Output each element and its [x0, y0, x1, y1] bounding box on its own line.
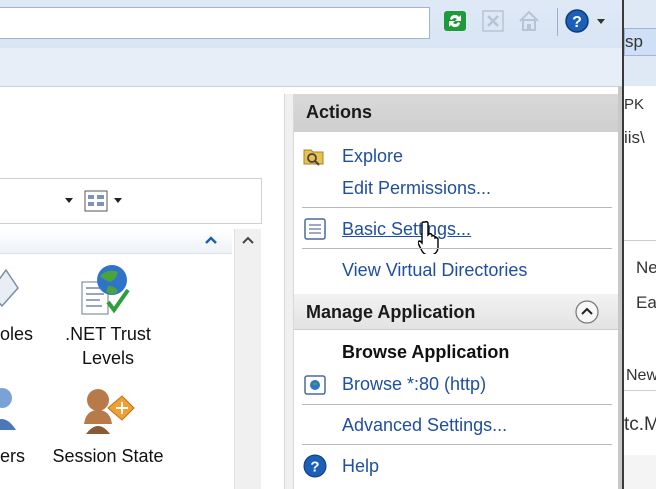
bg-text: sp	[625, 32, 643, 51]
help-icon[interactable]: ?	[564, 8, 608, 34]
view-toggle-icon[interactable]	[84, 189, 126, 213]
advanced-settings-link[interactable]: Advanced Settings...	[342, 415, 507, 436]
bg-text: tc.M	[624, 414, 656, 435]
background-window: sp PK iis\ Ne Ea New tc.M	[622, 0, 656, 489]
actions-panel: Actions Explore Edit Permissions... Basi…	[294, 94, 620, 489]
feature-label-net-trust[interactable]: .NET Trust Levels	[52, 322, 164, 370]
separator	[302, 444, 612, 445]
home-icon[interactable]	[516, 8, 542, 34]
users-icon[interactable]	[0, 386, 30, 440]
filter-bar	[0, 178, 262, 224]
explore-link[interactable]: Explore	[342, 146, 403, 167]
group-header[interactable]	[0, 229, 232, 254]
separator	[302, 248, 612, 249]
bg-text: New	[626, 367, 656, 384]
feature-label-users[interactable]: ers	[0, 444, 40, 468]
bg-text: Ea	[636, 293, 656, 312]
edit-permissions-link[interactable]: Edit Permissions...	[342, 178, 491, 199]
scrollbar[interactable]	[234, 229, 261, 489]
browse-application-label: Browse Application	[342, 342, 510, 362]
roles-icon[interactable]	[0, 262, 40, 312]
stop-icon[interactable]	[480, 8, 506, 34]
window-border	[618, 86, 622, 489]
bg-text: PK	[624, 96, 645, 113]
actions-header: Actions	[294, 94, 620, 132]
dropdown-arrow-icon[interactable]	[64, 197, 74, 205]
browse-globe-icon	[303, 373, 326, 395]
toolbar-strip	[0, 48, 622, 87]
basic-settings-link[interactable]: Basic Settings...	[342, 219, 471, 240]
toolbar-separator	[557, 8, 558, 36]
manage-application-label: Manage Application	[306, 302, 476, 322]
help-link[interactable]: Help	[342, 456, 379, 477]
feature-label-line: Levels	[81, 348, 135, 368]
view-virtual-directories-link[interactable]: View Virtual Directories	[342, 260, 527, 281]
bg-text: Ne	[636, 258, 656, 277]
feature-label-session-state[interactable]: Session State	[50, 444, 166, 468]
svg-text:?: ?	[572, 14, 582, 31]
separator	[302, 404, 612, 405]
session-state-icon[interactable]	[80, 384, 136, 442]
feature-label-roles[interactable]: oles	[0, 322, 40, 346]
chevron-up-icon[interactable]	[204, 235, 218, 245]
net-trust-levels-icon[interactable]	[78, 262, 136, 318]
separator	[302, 207, 612, 208]
browse-port-link[interactable]: Browse *:80 (http)	[342, 374, 486, 395]
explore-folder-icon	[302, 144, 324, 166]
svg-text:?: ?	[310, 459, 319, 476]
help-circle-icon: ?	[303, 454, 327, 478]
scroll-up-icon[interactable]	[241, 235, 255, 245]
panel-splitter[interactable]	[284, 94, 294, 489]
basic-settings-icon	[303, 217, 326, 240]
address-bar[interactable]	[0, 7, 430, 39]
bg-text: iis\	[624, 128, 645, 147]
feature-label-line: .NET Trust	[65, 324, 151, 344]
refresh-icon[interactable]	[442, 8, 468, 34]
manage-application-header[interactable]: Manage Application	[294, 294, 620, 330]
collapse-chevron-icon[interactable]	[574, 299, 600, 325]
